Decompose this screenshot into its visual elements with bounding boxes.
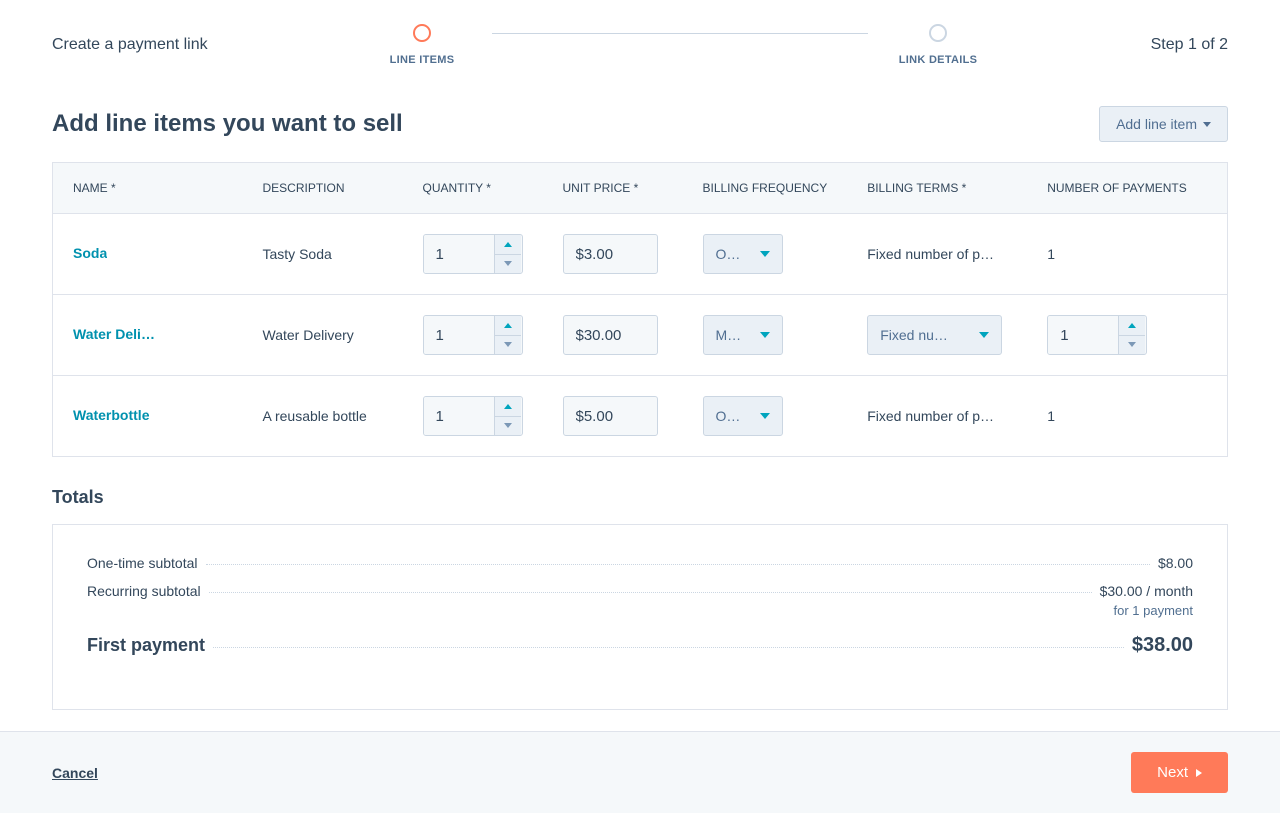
table-row: Water Deli… Water Delivery M… Fixed nu… (53, 295, 1228, 376)
col-name: NAME * (53, 163, 243, 214)
col-num-payments: NUMBER OF PAYMENTS (1027, 163, 1227, 214)
chevron-down-icon (504, 342, 512, 347)
step-line-items: LINE ITEMS (352, 24, 492, 66)
totals-box: One-time subtotal $8.00 Recurring subtot… (52, 524, 1228, 710)
select-value: O… (716, 246, 750, 262)
step-circle-active-icon (413, 24, 431, 42)
stepper-up-button[interactable] (495, 235, 521, 255)
stepper-up-button[interactable] (495, 397, 521, 417)
first-payment-value: $38.00 (1132, 634, 1193, 657)
chevron-down-icon (504, 423, 512, 428)
dotted-leader (206, 564, 1150, 565)
caret-down-icon (760, 251, 770, 257)
dotted-leader (213, 647, 1124, 648)
totals-heading: Totals (52, 487, 1228, 508)
add-line-item-button[interactable]: Add line item (1099, 106, 1228, 142)
stepper-down-button[interactable] (495, 336, 521, 355)
line-item-description: A reusable bottle (243, 376, 403, 457)
caret-down-icon (760, 413, 770, 419)
add-line-item-label: Add line item (1116, 116, 1197, 132)
stepper-down-button[interactable] (1119, 336, 1145, 355)
quantity-input[interactable] (424, 235, 494, 273)
quantity-stepper[interactable] (423, 234, 523, 274)
table-row: Waterbottle A reusable bottle O… Fixed nu… (53, 376, 1228, 457)
chevron-up-icon (504, 323, 512, 328)
chevron-right-icon (1196, 769, 1202, 777)
first-payment-label: First payment (87, 635, 205, 656)
page-title: Create a payment link (52, 24, 352, 54)
unit-price-input[interactable] (563, 396, 658, 436)
caret-down-icon (1203, 122, 1211, 127)
progress-stepper: LINE ITEMS LINK DETAILS (352, 24, 1008, 66)
one-time-subtotal-label: One-time subtotal (87, 555, 198, 571)
table-row: Soda Tasty Soda O… Fixed number of p…1 (53, 214, 1228, 295)
line-item-name-link[interactable]: Waterbottle (73, 407, 149, 423)
caret-down-icon (979, 332, 989, 338)
select-value: O… (716, 408, 750, 424)
line-item-description: Tasty Soda (243, 214, 403, 295)
billing-terms-text: Fixed number of p… (847, 376, 1027, 457)
quantity-input[interactable] (424, 397, 494, 435)
line-item-name-link[interactable]: Water Deli… (73, 326, 155, 342)
num-payments-text: 1 (1027, 214, 1227, 295)
unit-price-input[interactable] (563, 234, 658, 274)
recurring-subtotal-value: $30.00 / month (1100, 583, 1193, 599)
num-payments-input[interactable] (1048, 316, 1118, 354)
step-counter: Step 1 of 2 (1008, 24, 1228, 54)
step-label: LINE ITEMS (390, 54, 455, 66)
chevron-down-icon (504, 261, 512, 266)
chevron-up-icon (1128, 323, 1136, 328)
step-label: LINK DETAILS (899, 54, 978, 66)
billing-frequency-select[interactable]: O… (703, 234, 783, 274)
col-unit-price: UNIT PRICE * (543, 163, 683, 214)
unit-price-input[interactable] (563, 315, 658, 355)
quantity-input[interactable] (424, 316, 494, 354)
col-billing-terms: BILLING TERMS * (847, 163, 1027, 214)
step-link-details: LINK DETAILS (868, 24, 1008, 66)
step-connector (492, 33, 868, 34)
select-value: M… (716, 327, 750, 343)
section-heading: Add line items you want to sell (52, 110, 403, 138)
step-circle-icon (929, 24, 947, 42)
chevron-up-icon (504, 404, 512, 409)
one-time-subtotal-value: $8.00 (1158, 555, 1193, 571)
col-billing-frequency: BILLING FREQUENCY (683, 163, 848, 214)
next-button[interactable]: Next (1131, 752, 1228, 793)
line-item-name-link[interactable]: Soda (73, 245, 107, 261)
col-quantity: QUANTITY * (403, 163, 543, 214)
caret-down-icon (760, 332, 770, 338)
recurring-subtotal-note: for 1 payment (87, 603, 1193, 618)
billing-terms-select[interactable]: Fixed nu… (867, 315, 1002, 355)
line-items-table: NAME * DESCRIPTION QUANTITY * UNIT PRICE… (52, 162, 1228, 457)
dotted-leader (209, 592, 1092, 593)
recurring-subtotal-label: Recurring subtotal (87, 583, 201, 599)
line-item-description: Water Delivery (243, 295, 403, 376)
stepper-up-button[interactable] (495, 316, 521, 336)
billing-frequency-select[interactable]: O… (703, 396, 783, 436)
select-value: Fixed nu… (880, 327, 969, 343)
chevron-up-icon (504, 242, 512, 247)
chevron-down-icon (1128, 342, 1136, 347)
next-button-label: Next (1157, 764, 1188, 781)
num-payments-stepper[interactable] (1047, 315, 1147, 355)
cancel-link[interactable]: Cancel (52, 765, 98, 781)
quantity-stepper[interactable] (423, 315, 523, 355)
quantity-stepper[interactable] (423, 396, 523, 436)
stepper-down-button[interactable] (495, 417, 521, 436)
billing-terms-text: Fixed number of p… (847, 214, 1027, 295)
col-description: DESCRIPTION (243, 163, 403, 214)
stepper-up-button[interactable] (1119, 316, 1145, 336)
num-payments-text: 1 (1027, 376, 1227, 457)
stepper-down-button[interactable] (495, 255, 521, 274)
billing-frequency-select[interactable]: M… (703, 315, 783, 355)
